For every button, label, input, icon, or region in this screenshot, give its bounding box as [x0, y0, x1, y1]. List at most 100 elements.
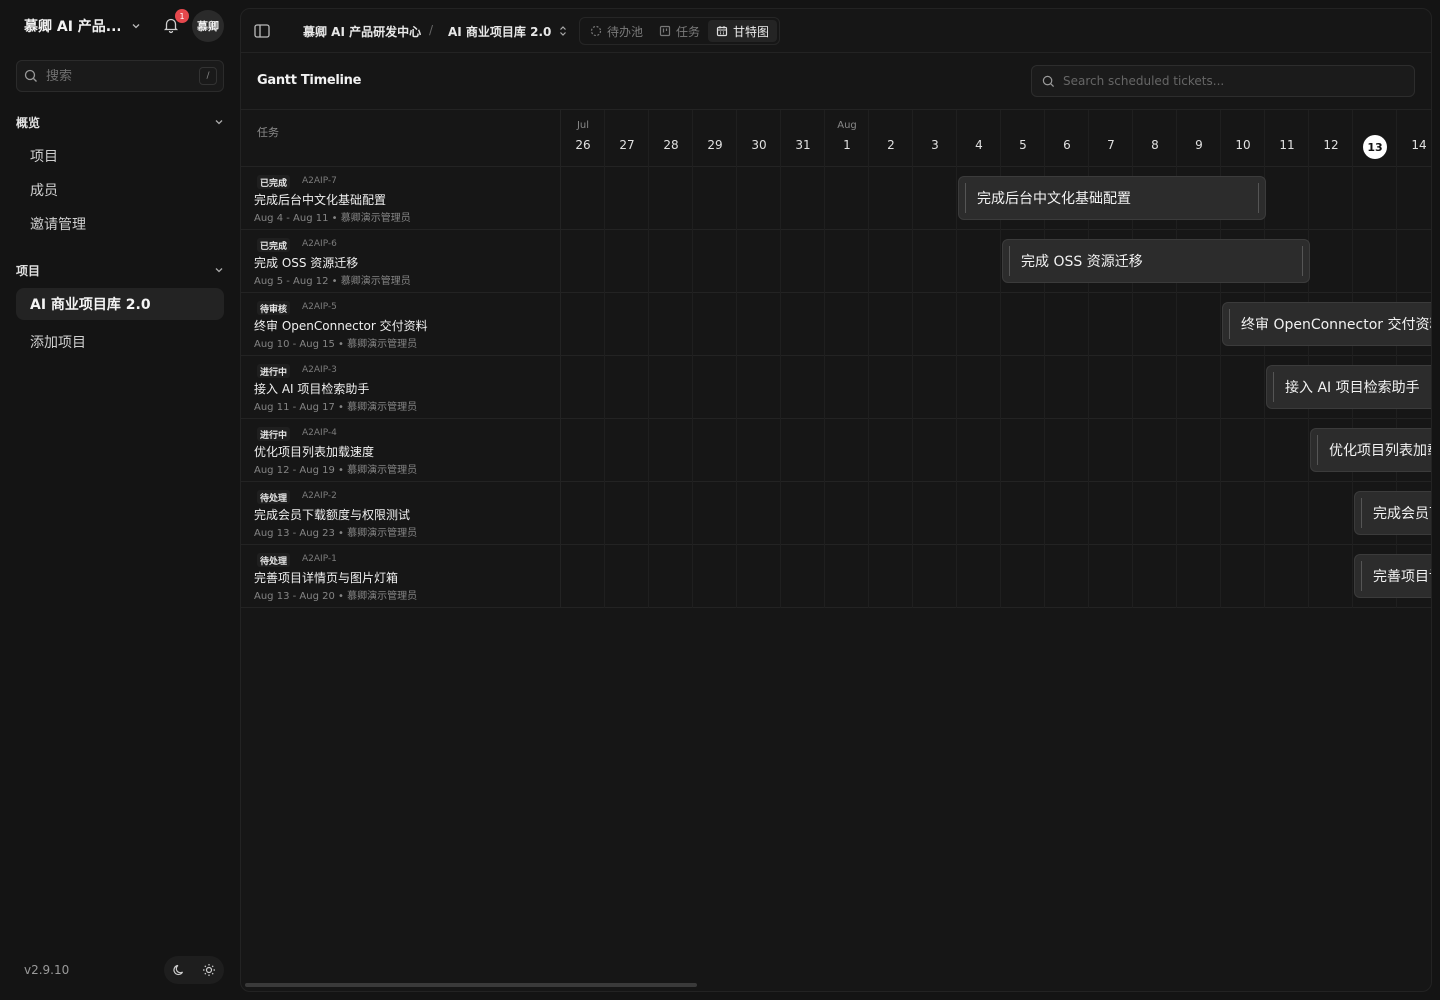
status-badge: 进行中 — [257, 427, 291, 441]
timeline-cell — [913, 230, 957, 293]
timeline-cell — [561, 167, 605, 230]
moon-icon[interactable] — [172, 963, 186, 977]
timeline-cell — [693, 293, 737, 356]
timeline-cell — [1177, 482, 1221, 545]
tab-backlog[interactable]: 待办池 — [582, 20, 651, 42]
status-badge: 待审核 — [257, 301, 291, 315]
horizontal-scrollbar[interactable] — [245, 983, 697, 987]
timeline-cell — [825, 419, 869, 482]
search-shortcut: / — [199, 67, 217, 85]
timeline-cell — [825, 167, 869, 230]
date-column: 2 — [869, 110, 913, 167]
gantt-bar[interactable]: 优化项目列表加载速度 — [1310, 428, 1431, 472]
date-column: 13 — [1353, 110, 1397, 167]
notification-badge: 1 — [175, 9, 189, 23]
task-column-header: 任务 — [241, 110, 561, 167]
sidebar-item-invites[interactable]: 邀请管理 — [16, 208, 224, 240]
table-row: 待审核 A2AIP-5 终审 OpenConnector 交付资料 Aug 10 - … — [241, 293, 1431, 356]
status-badge: 进行中 — [257, 364, 291, 378]
kanban-icon — [659, 25, 671, 37]
timeline-cell — [1089, 419, 1133, 482]
sidebar: 慕卿 AI 产品... 1 慕卿 / 概览 项目 成员 邀请管理 项目 AI 商… — [0, 0, 240, 1000]
search-icon — [24, 69, 37, 82]
status-badge: 已完成 — [257, 175, 291, 189]
timeline-cell — [869, 482, 913, 545]
gantt-bar[interactable]: 终审 OpenConnector 交付资料 — [1222, 302, 1431, 346]
tab-tasks[interactable]: 任务 — [651, 20, 708, 42]
sidebar-toggle-icon[interactable] — [253, 22, 271, 40]
timeline-cell — [869, 419, 913, 482]
timeline-cell — [1265, 545, 1309, 608]
search-icon — [1042, 75, 1055, 87]
breadcrumb-project[interactable]: AI 商业项目库 2.0 — [448, 9, 567, 53]
sidebar-search[interactable]: / — [16, 60, 224, 92]
date-day: 5 — [1019, 138, 1027, 152]
timeline-cell — [1001, 356, 1045, 419]
date-day: 6 — [1063, 138, 1071, 152]
task-info[interactable]: 已完成 A2AIP-7 完成后台中文化基础配置 Aug 4 - Aug 11 • 慕卿… — [241, 167, 561, 230]
timeline-cell — [913, 419, 957, 482]
timeline-cell — [1133, 482, 1177, 545]
task-info[interactable]: 待处理 A2AIP-1 完善项目详情页与图片灯箱 Aug 13 - Aug 20 • … — [241, 545, 561, 608]
breadcrumb-org[interactable]: 慕卿 AI 产品研发中心 — [303, 9, 421, 53]
task-info[interactable]: 待处理 A2AIP-2 完成会员下载额度与权限测试 Aug 13 - Aug 23 •… — [241, 482, 561, 545]
chevron-down-icon — [215, 120, 223, 125]
tab-gantt[interactable]: 甘特图 — [708, 20, 778, 42]
date-day: 12 — [1323, 138, 1339, 152]
timeline-cell — [1221, 545, 1265, 608]
task-meta: Aug 5 - Aug 12 • 慕卿演示管理员 — [254, 276, 411, 287]
date-day: 9 — [1195, 138, 1203, 152]
task-id: A2AIP-4 — [302, 428, 337, 438]
sidebar-item-ai-project-library[interactable]: AI 商业项目库 2.0 — [16, 288, 224, 320]
gantt-bar[interactable]: 完善项目详情页与图片灯箱 — [1354, 554, 1431, 598]
timeline-cell — [1045, 419, 1089, 482]
task-info[interactable]: 已完成 A2AIP-6 完成 OSS 资源迁移 Aug 5 - Aug 12 • 慕卿… — [241, 230, 561, 293]
resize-handle[interactable] — [1258, 183, 1259, 213]
timeline-cell — [825, 356, 869, 419]
sidebar-item-add-project[interactable]: 添加项目 — [16, 326, 224, 358]
tab-gantt-label: 甘特图 — [733, 24, 770, 39]
view-switcher: 待办池 任务 甘特图 — [579, 17, 781, 45]
sidebar-item-members[interactable]: 成员 — [16, 174, 224, 206]
table-row: 进行中 A2AIP-4 优化项目列表加载速度 Aug 12 - Aug 19 • 慕卿… — [241, 419, 1431, 482]
date-day: 11 — [1279, 138, 1295, 152]
section-overview-title: 概览 — [16, 115, 41, 130]
section-projects[interactable]: 项目 — [16, 258, 224, 282]
gantt-search-input[interactable] — [1063, 74, 1383, 88]
task-info[interactable]: 进行中 A2AIP-3 接入 AI 项目检索助手 Aug 11 - Aug 17 • … — [241, 356, 561, 419]
task-id: A2AIP-5 — [302, 302, 337, 312]
task-info[interactable]: 进行中 A2AIP-4 优化项目列表加载速度 Aug 12 - Aug 19 • 慕卿… — [241, 419, 561, 482]
sidebar-item-projects[interactable]: 项目 — [16, 140, 224, 172]
resize-handle[interactable] — [1302, 246, 1303, 276]
timeline-cell — [561, 419, 605, 482]
date-month: Jul — [576, 120, 590, 131]
timeline-track: 完成后台中文化基础配置 — [561, 167, 1431, 230]
gantt-bar[interactable]: 接入 AI 项目检索助手 — [1266, 365, 1431, 409]
sun-icon[interactable] — [202, 963, 216, 977]
timeline-cell — [913, 167, 957, 230]
timeline-cell — [737, 482, 781, 545]
task-info[interactable]: 待审核 A2AIP-5 终审 OpenConnector 交付资料 Aug 10 - … — [241, 293, 561, 356]
status-badge: 已完成 — [257, 238, 291, 252]
timeline-cell — [825, 230, 869, 293]
date-day: 3 — [931, 138, 939, 152]
gantt-bar[interactable]: 完成会员下载额度与权限测试 — [1354, 491, 1431, 535]
section-overview[interactable]: 概览 — [16, 110, 224, 134]
table-row: 进行中 A2AIP-3 接入 AI 项目检索助手 Aug 11 - Aug 17 • … — [241, 356, 1431, 419]
date-column: 14 — [1397, 110, 1431, 167]
date-column: 9 — [1177, 110, 1221, 167]
gantt-search[interactable] — [1031, 65, 1415, 97]
timeline-cell — [561, 356, 605, 419]
timeline-cell — [1309, 482, 1353, 545]
gantt-bar[interactable]: 完成 OSS 资源迁移 — [1002, 239, 1310, 283]
sidebar-search-input[interactable] — [46, 68, 186, 84]
gantt-bar-label: 完成后台中文化基础配置 — [977, 191, 1131, 207]
avatar[interactable]: 慕卿 — [192, 10, 224, 42]
timeline-cell — [605, 230, 649, 293]
theme-toggle[interactable] — [164, 956, 224, 984]
calendar-icon — [716, 26, 728, 37]
task-id: A2AIP-1 — [302, 554, 337, 564]
date-day: 2 — [887, 138, 895, 152]
timeline-cell — [869, 167, 913, 230]
gantt-bar[interactable]: 完成后台中文化基础配置 — [958, 176, 1266, 220]
